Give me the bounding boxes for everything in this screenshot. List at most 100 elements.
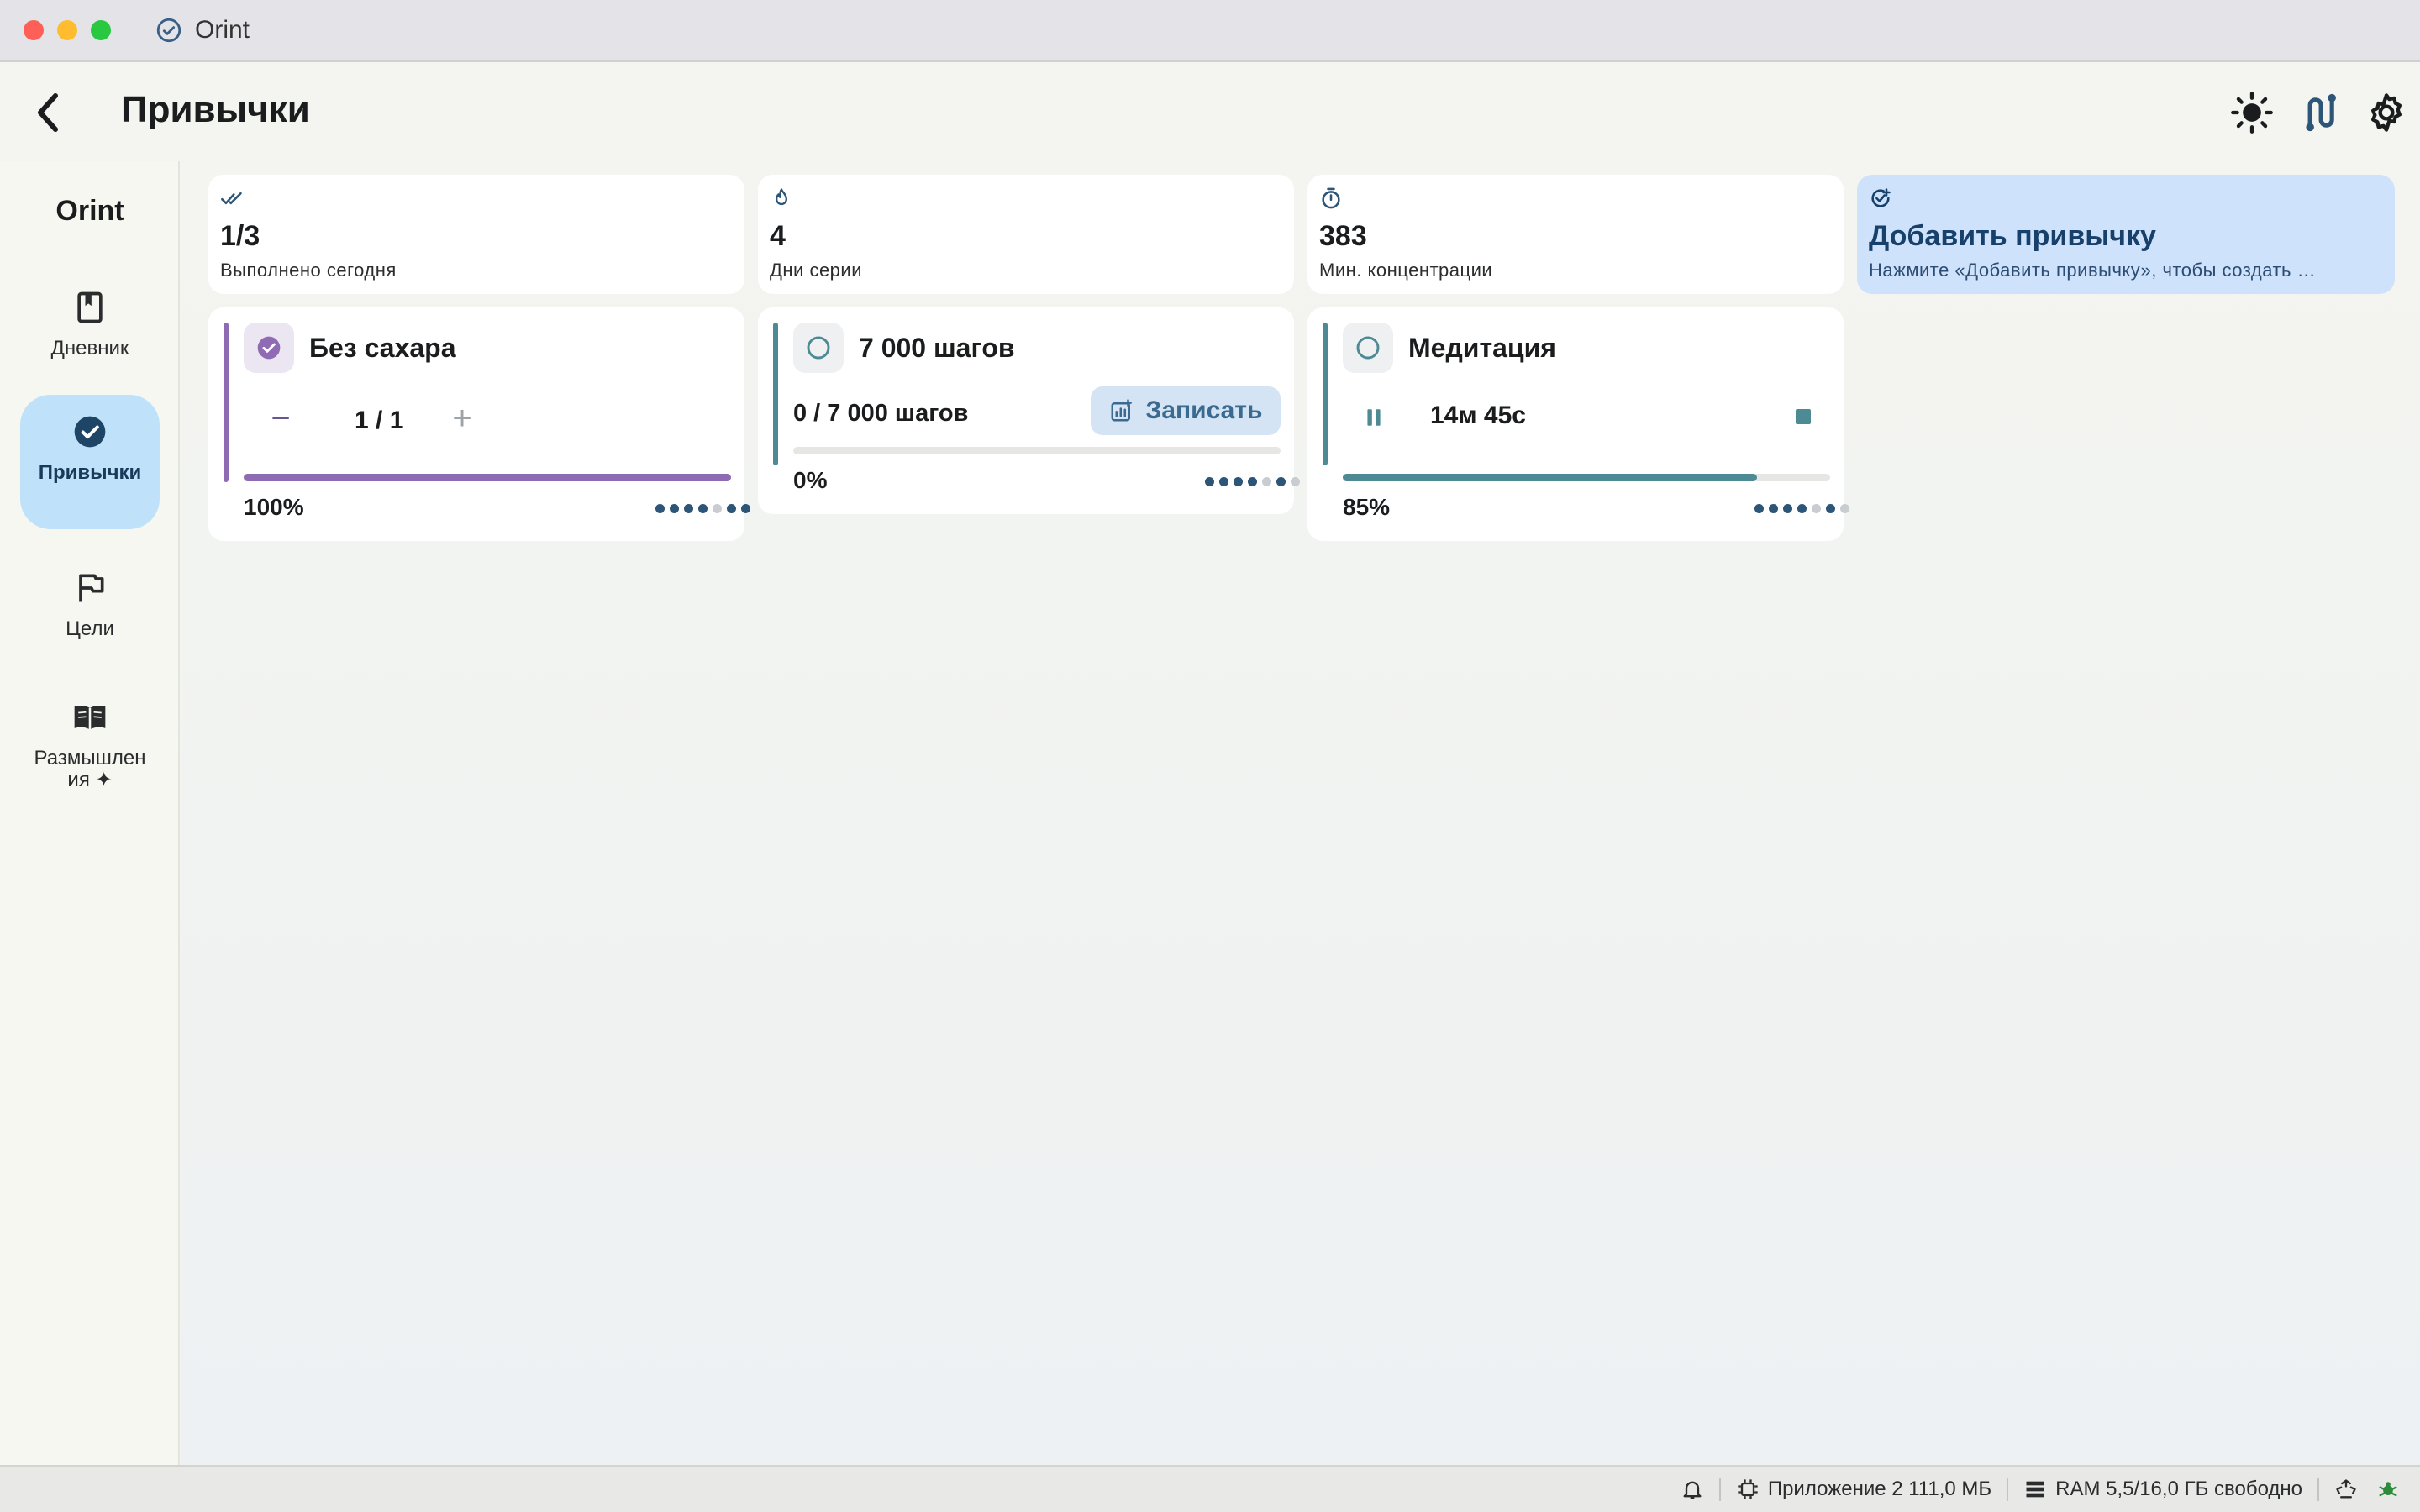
history-dot [1840,504,1849,513]
habit-done-checkbox[interactable] [793,323,844,373]
history-dot [684,504,693,513]
add-habit-card[interactable]: Добавить привычку Нажмите «Добавить прив… [1857,175,2395,294]
history-dot [1754,504,1764,513]
history-dot [1219,477,1228,486]
habit-history-dots [1205,477,1300,486]
settings-gear-icon[interactable] [2365,91,2408,134]
sidebar-item-goals[interactable]: Цели [20,551,160,652]
bell-icon[interactable] [1681,1478,1704,1501]
add-habit-title: Добавить привычку [1869,220,2156,252]
habit-progress-track [244,474,731,481]
habit-percent: 100% [244,494,304,520]
history-dot [655,504,665,513]
timer-icon [1322,187,1340,209]
habit-accent-bar [773,323,778,465]
habit-percent: 85% [1343,494,1391,520]
history-dot [1783,504,1792,513]
pause-icon[interactable] [1363,405,1385,430]
habit-progress-fill [1343,474,1757,481]
recycle-icon[interactable] [2334,1478,2358,1501]
close-window-button[interactable] [24,20,44,40]
stat-label: Мин. концентрации [1319,260,1493,281]
flame-icon [776,188,787,206]
empty-circle-icon [1356,336,1380,360]
minimize-window-button[interactable] [57,20,77,40]
habit-steps-count: 0 / 7 000 шагов [793,400,969,427]
sidebar-item-habits[interactable]: Привычки [20,395,160,529]
stat-label: Дни серии [770,260,862,281]
history-dot [698,504,708,513]
history-dot [1262,477,1271,486]
stat-value: 383 [1319,220,1367,252]
stat-value: 1/3 [220,220,260,252]
history-dot [1248,477,1257,486]
habit-counter: 1 / 1 [355,407,404,434]
sidebar: Orint Дневник Привычки Цели Размышления … [0,161,180,1465]
open-book-icon [74,705,106,730]
back-button[interactable] [30,89,67,136]
status-divider [2007,1478,2009,1501]
habit-title: 7 000 шагов [859,333,1015,363]
checked-circle-icon [257,336,281,360]
chart-add-icon [1111,399,1132,422]
window-titlebar: Orint [0,0,2420,62]
history-dot [713,504,722,513]
double-check-icon [221,192,242,205]
record-button[interactable]: Записать [1091,386,1281,435]
habit-progress-fill [244,474,731,481]
record-button-label: Записать [1145,396,1263,424]
empty-circle-icon [807,336,830,360]
history-dot [1205,477,1214,486]
sidebar-item-journal[interactable]: Дневник [20,270,160,371]
sidebar-item-label: Дневник [50,337,129,360]
app-memory-status: Приложение 2 111,0 МБ [1736,1478,1991,1501]
stat-card-streak: 4 Дни серии [758,175,1294,294]
increment-button[interactable]: + [442,400,482,438]
habit-card-no-sugar: Без сахара − 1 / 1 + 100% [208,307,750,541]
stat-label: Выполнено сегодня [220,260,397,281]
sidebar-brand: Orint [55,195,124,227]
ram-text: RAM 5,5/16,0 ГБ свободно [2055,1478,2302,1500]
page-header: Привычки [0,64,2420,161]
decrement-button[interactable]: − [260,400,301,438]
habit-title: Без сахара [309,333,456,363]
window-title: Orint [195,16,250,44]
history-dot [1812,504,1821,513]
main-content: 1/3 Выполнено сегодня 4 Дни серии 383 Ми… [182,161,2420,1465]
sidebar-item-label: Размышления ✦ [34,747,146,791]
bug-icon[interactable] [2376,1478,2400,1501]
habit-history-dots [1754,504,1849,513]
habit-percent: 0% [793,467,828,493]
habit-card-steps: 7 000 шагов 0 / 7 000 шагов Записать 0% [758,307,1300,514]
history-dot [741,504,750,513]
history-dot [1826,504,1835,513]
history-dot [670,504,679,513]
habit-title: Медитация [1408,333,1556,363]
history-dot [1769,504,1778,513]
route-icon[interactable] [2297,91,2341,134]
storage-icon [2026,1481,2044,1498]
zoom-window-button[interactable] [91,20,111,40]
history-dot [1276,477,1286,486]
sidebar-item-reflections[interactable]: Размышления ✦ [20,680,160,806]
history-dot [1234,477,1243,486]
add-habit-hint: Нажмите «Добавить привычку», чтобы созда… [1869,260,2317,281]
sidebar-item-label: Привычки [38,461,142,484]
habit-done-checkbox[interactable] [1343,323,1393,373]
theme-sun-icon[interactable] [2230,91,2274,134]
history-dot [1291,477,1300,486]
check-circle-icon [74,416,106,448]
status-divider [2317,1478,2319,1501]
stat-value: 4 [770,220,786,252]
habit-accent-bar [224,323,229,482]
add-check-icon [1871,188,1891,207]
book-icon [77,291,103,323]
habit-timer: 14м 45с [1430,402,1526,429]
stat-card-focus: 383 Мин. концентрации [1307,175,1844,294]
stop-icon[interactable] [1793,407,1813,427]
habit-done-checkbox[interactable] [244,323,294,373]
chip-icon [1738,1479,1758,1499]
ram-status: RAM 5,5/16,0 ГБ свободно [2023,1478,2302,1501]
status-bar: Приложение 2 111,0 МБ RAM 5,5/16,0 ГБ св… [0,1465,2420,1512]
habit-card-meditation: Медитация 14м 45с 85% [1307,307,1849,541]
